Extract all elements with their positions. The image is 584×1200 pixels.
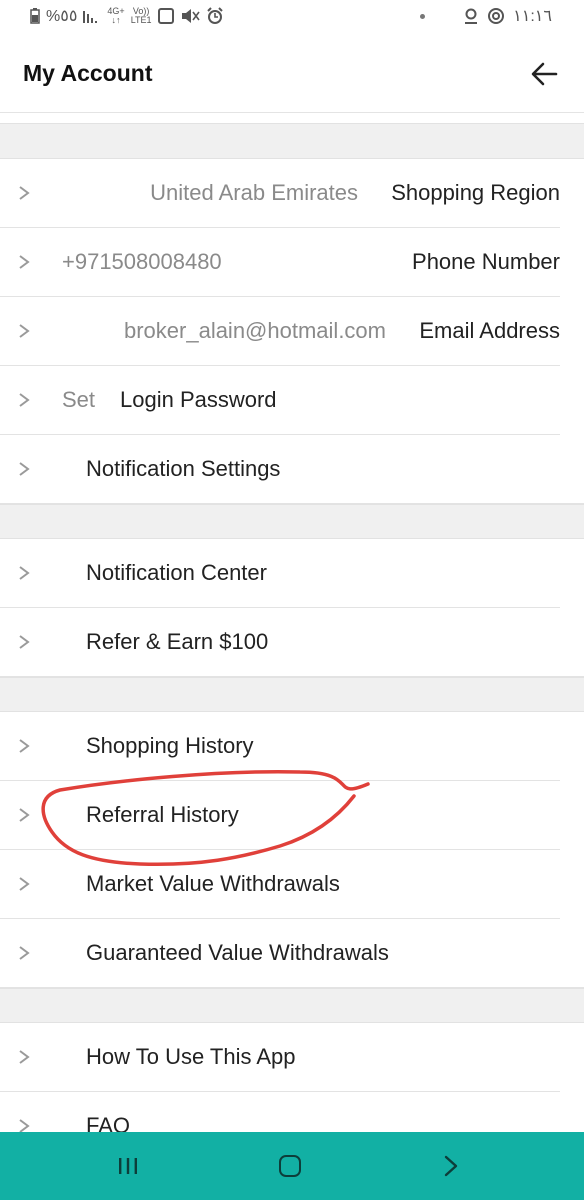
- battery-percent: %٥٥: [46, 8, 78, 25]
- mute-icon: [181, 9, 200, 23]
- login-password-row[interactable]: Set Login Password: [0, 366, 584, 435]
- email-address-row[interactable]: broker_alain@hotmail.com Email Address: [0, 297, 584, 366]
- email-address-label: Email Address: [419, 318, 560, 343]
- notification-dot-icon: [420, 13, 426, 19]
- chevron-right-icon: [19, 946, 30, 960]
- shopping-region-row[interactable]: United Arab Emirates Shopping Region: [0, 159, 584, 228]
- chevron-right-icon: [19, 1050, 30, 1064]
- home-icon[interactable]: [279, 1155, 301, 1177]
- refer-earn-row[interactable]: Refer & Earn $100: [0, 608, 584, 677]
- how-to-use-row[interactable]: How To Use This App: [0, 1023, 584, 1092]
- data-saver-icon: [488, 8, 505, 24]
- battery-icon: [30, 8, 40, 24]
- section-divider: [0, 504, 584, 539]
- guaranteed-value-withdrawals-label: Guaranteed Value Withdrawals: [86, 940, 389, 965]
- chevron-right-icon: [19, 324, 30, 338]
- section-divider: [0, 123, 584, 159]
- section-divider: [0, 988, 584, 1023]
- phone-number-row[interactable]: +971508008480 Phone Number: [0, 228, 584, 297]
- shopping-region-label: Shopping Region: [391, 180, 560, 205]
- referral-history-row[interactable]: Referral History: [0, 781, 584, 850]
- volte-indicator: Vo)) LTE1: [130, 6, 152, 25]
- phone-number-label: Phone Number: [412, 249, 560, 274]
- page-title: My Account: [23, 60, 153, 86]
- phone-number-value: +971508008480: [62, 249, 222, 274]
- shopping-history-label: Shopping History: [86, 733, 254, 758]
- chevron-right-icon: [19, 186, 30, 200]
- sim-icon: [157, 8, 174, 24]
- clock: ١١:١٦: [513, 8, 552, 25]
- status-left: %٥٥ 4G+ ↓↑ Vo)) LTE1: [30, 6, 224, 26]
- status-right: ١١:١٦: [420, 6, 552, 26]
- how-to-use-label: How To Use This App: [86, 1044, 296, 1069]
- app-header: My Account: [0, 36, 584, 113]
- chevron-right-icon: [19, 877, 30, 891]
- section-divider: [0, 677, 584, 712]
- chevron-right-icon: [19, 255, 30, 269]
- chevron-right-icon: [19, 566, 30, 580]
- email-address-value: broker_alain@hotmail.com: [123, 318, 386, 343]
- login-password-value: Set: [62, 387, 96, 412]
- chevron-right-icon: [19, 393, 30, 407]
- notification-center-row[interactable]: Notification Center: [0, 539, 584, 608]
- chevron-right-icon: [19, 808, 30, 822]
- back-chevron-icon[interactable]: [443, 1154, 459, 1178]
- shopping-history-row[interactable]: Shopping History: [0, 712, 584, 781]
- referral-history-label: Referral History: [86, 802, 239, 827]
- chevron-right-icon: [19, 462, 30, 476]
- login-password-label: Login Password: [120, 387, 277, 412]
- shopping-region-value: United Arab Emirates: [150, 180, 358, 205]
- recent-apps-icon[interactable]: [117, 1156, 139, 1176]
- system-nav-bar: [0, 1132, 584, 1200]
- guaranteed-value-withdrawals-row[interactable]: Guaranteed Value Withdrawals: [0, 919, 584, 988]
- chevron-right-icon: [19, 635, 30, 649]
- market-value-withdrawals-row[interactable]: Market Value Withdrawals: [0, 850, 584, 919]
- signal-icon: [83, 11, 98, 23]
- chevron-right-icon: [19, 739, 30, 753]
- location-icon: [465, 8, 478, 24]
- refer-earn-label: Refer & Earn $100: [86, 629, 269, 654]
- notification-center-label: Notification Center: [86, 560, 267, 585]
- market-value-withdrawals-label: Market Value Withdrawals: [86, 871, 340, 896]
- status-bar: %٥٥ 4G+ ↓↑ Vo)) LTE1 ١١:١٦: [0, 0, 584, 36]
- notification-settings-row[interactable]: Notification Settings: [0, 435, 584, 504]
- notification-settings-label: Notification Settings: [86, 456, 281, 481]
- alarm-icon: [206, 7, 223, 24]
- arrow-left-icon[interactable]: [530, 60, 558, 88]
- network-type: 4G+ ↓↑: [107, 6, 125, 25]
